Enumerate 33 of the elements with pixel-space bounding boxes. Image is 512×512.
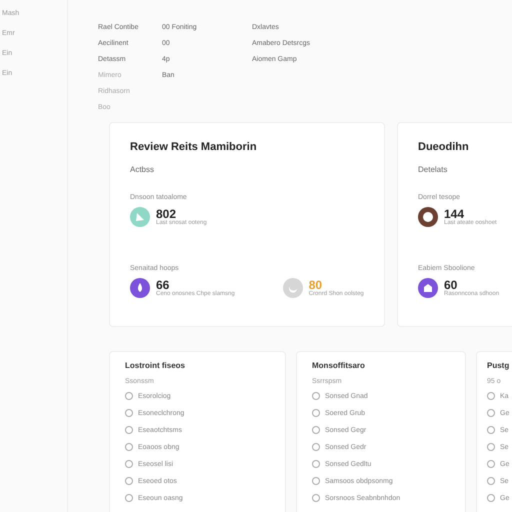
card-title: Lostroint fiseos [125, 361, 186, 370]
radio-button[interactable] [312, 443, 320, 451]
radio-button[interactable] [487, 426, 495, 434]
radio-button[interactable] [125, 426, 133, 434]
metric-value: 66 [156, 279, 170, 291]
metric-value: 60 [444, 279, 458, 291]
radio-button[interactable] [487, 443, 495, 451]
radio-button[interactable] [487, 477, 495, 485]
card-title: Dueodihn [418, 141, 469, 153]
radio-button[interactable] [125, 494, 133, 502]
card-subtitle: Actbss [130, 165, 154, 174]
card-title: Monsoffitsaro [312, 361, 365, 370]
radio-button[interactable] [125, 460, 133, 468]
radio-button[interactable] [312, 477, 320, 485]
metric-value: 80 [308, 279, 322, 291]
metric-value: 802 [156, 208, 176, 220]
card-subtitle: Detelats [418, 165, 448, 174]
radio-button[interactable] [487, 392, 495, 400]
card-title: Review Reits Mamiborin [130, 141, 257, 153]
radio-button[interactable] [487, 494, 495, 502]
radio-button[interactable] [312, 392, 320, 400]
radio-button[interactable] [125, 409, 133, 417]
radio-button[interactable] [125, 392, 133, 400]
radio-button[interactable] [312, 426, 320, 434]
radio-button[interactable] [487, 460, 495, 468]
radio-button[interactable] [125, 477, 133, 485]
radio-button[interactable] [312, 494, 320, 502]
radio-button[interactable] [487, 409, 495, 417]
card-title: Pustg [487, 361, 510, 370]
metric-value: 144 [444, 208, 464, 220]
radio-button[interactable] [312, 409, 320, 417]
radio-button[interactable] [312, 460, 320, 468]
radio-button[interactable] [125, 443, 133, 451]
